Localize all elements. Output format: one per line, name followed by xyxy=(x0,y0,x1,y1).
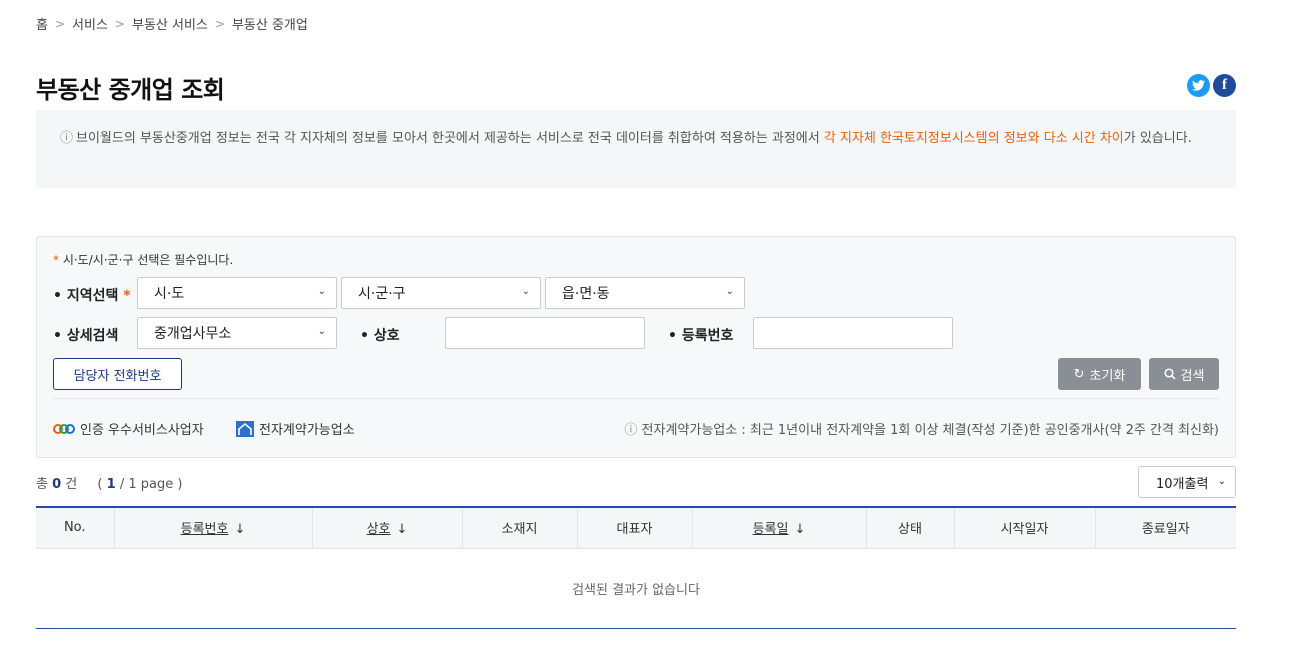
registration-number-input[interactable] xyxy=(753,317,953,349)
empty-result-message: 검색된 결과가 없습니다 xyxy=(36,548,1236,629)
notice-text: 브이월드의 부동산중개업 정보는 전국 각 지자체의 정보를 모아서 한곳에서 … xyxy=(76,131,824,146)
col-location: 소재지 xyxy=(462,507,578,549)
sort-arrow-down-icon: ↓ xyxy=(794,522,806,538)
sigungu-select[interactable]: 시·군·구 ⌄ xyxy=(341,277,541,309)
sort-arrow-down-icon: ↓ xyxy=(396,522,408,538)
page-title: 부동산 중개업 조회 xyxy=(36,76,225,104)
result-count: 총 0 건 ( 1 / 1 page ) xyxy=(36,477,183,492)
results-table: No. 등록번호 ↓ 상호 ↓ 소재지 대표자 등록일 ↓ 상태 시작일자 종료일자 … xyxy=(36,506,1236,629)
facebook-glyph: f xyxy=(1222,77,1227,93)
breadcrumb: 홈 > 서비스 > 부동산 서비스 > 부동산 중개업 xyxy=(36,14,308,34)
contact-phone-button[interactable]: 담당자 전화번호 xyxy=(53,358,182,390)
col-start-date: 시작일자 xyxy=(954,507,1096,549)
search-panel: * 시·도/시·군·구 선택은 필수입니다. • 지역선택 * 시·도 ⌄ 시·군… xyxy=(36,236,1236,458)
breadcrumb-home[interactable]: 홈 xyxy=(36,14,48,33)
sort-arrow-down-icon: ↓ xyxy=(234,522,246,538)
chevron-right-icon: > xyxy=(114,16,125,31)
chevron-down-icon: ⌄ xyxy=(317,326,326,337)
share-buttons: f xyxy=(1187,74,1236,97)
registration-number-label: • 등록번호 xyxy=(668,328,734,344)
certified-badge-icon xyxy=(53,423,75,434)
divider xyxy=(53,398,1219,399)
sido-select[interactable]: 시·도 ⌄ xyxy=(137,277,337,309)
chevron-down-icon: ⌄ xyxy=(1217,476,1226,487)
certified-legend: 인증 우수서비스사업자 xyxy=(53,419,204,438)
info-icon: ⓘ xyxy=(60,131,74,146)
col-status: 상태 xyxy=(866,507,955,549)
notice-box: ⓘ 브이월드의 부동산중개업 정보는 전국 각 지자체의 정보를 모아서 한곳에서… xyxy=(36,110,1236,188)
breadcrumb-services[interactable]: 서비스 xyxy=(72,14,108,33)
detail-search-label: • 상세검색 xyxy=(53,328,119,344)
search-icon xyxy=(1163,368,1176,380)
notice-highlight: 각 지자체 한국토지정보시스템의 정보와 다소 시간 차이 xyxy=(823,131,1124,146)
econtract-note: ⓘ 전자계약가능업소 : 최근 1년이내 전자계약을 1회 이상 체결(작성 기… xyxy=(624,423,1219,438)
business-name-label: • 상호 xyxy=(360,328,400,344)
econtract-house-icon xyxy=(236,420,254,437)
eupmyeondong-select[interactable]: 읍·면·동 ⌄ xyxy=(545,277,745,309)
required-note: * 시·도/시·군·구 선택은 필수입니다. xyxy=(53,253,234,267)
chevron-down-icon: ⌄ xyxy=(317,286,326,297)
chevron-right-icon: > xyxy=(214,16,225,31)
business-name-input[interactable] xyxy=(445,317,645,349)
region-label: • 지역선택 * xyxy=(53,288,131,304)
facebook-icon[interactable]: f xyxy=(1213,74,1236,97)
twitter-icon[interactable] xyxy=(1187,74,1210,97)
chevron-down-icon: ⌄ xyxy=(725,286,734,297)
required-asterisk-icon: * xyxy=(53,253,59,267)
col-no: No. xyxy=(36,507,115,549)
notice-tail: 가 있습니다. xyxy=(1123,131,1192,146)
econtract-legend: 전자계약가능업소 xyxy=(236,419,355,438)
search-button[interactable]: 검색 xyxy=(1149,358,1219,390)
breadcrumb-current: 부동산 중개업 xyxy=(231,18,308,33)
detail-search-select[interactable]: 중개업사무소 ⌄ xyxy=(137,317,337,349)
col-registration-number[interactable]: 등록번호 ↓ xyxy=(114,507,313,549)
table-row: 검색된 결과가 없습니다 xyxy=(36,548,1236,629)
col-representative: 대표자 xyxy=(577,507,693,549)
info-icon: ⓘ xyxy=(624,423,638,438)
reset-button[interactable]: ↻ 초기화 xyxy=(1058,358,1141,390)
col-registration-date[interactable]: 등록일 ↓ xyxy=(692,507,867,549)
per-page-select[interactable]: 10개출력 ⌄ xyxy=(1138,466,1236,498)
page-info: ( 1 / 1 page ) xyxy=(97,477,183,492)
col-business-name[interactable]: 상호 ↓ xyxy=(312,507,463,549)
required-asterisk-icon: * xyxy=(118,288,131,304)
breadcrumb-realestate-services[interactable]: 부동산 서비스 xyxy=(132,14,208,33)
table-header-row: No. 등록번호 ↓ 상호 ↓ 소재지 대표자 등록일 ↓ 상태 시작일자 종료일자 xyxy=(36,507,1236,549)
chevron-down-icon: ⌄ xyxy=(521,286,530,297)
refresh-icon: ↻ xyxy=(1073,366,1085,382)
chevron-right-icon: > xyxy=(54,16,66,31)
col-end-date: 종료일자 xyxy=(1095,507,1236,549)
